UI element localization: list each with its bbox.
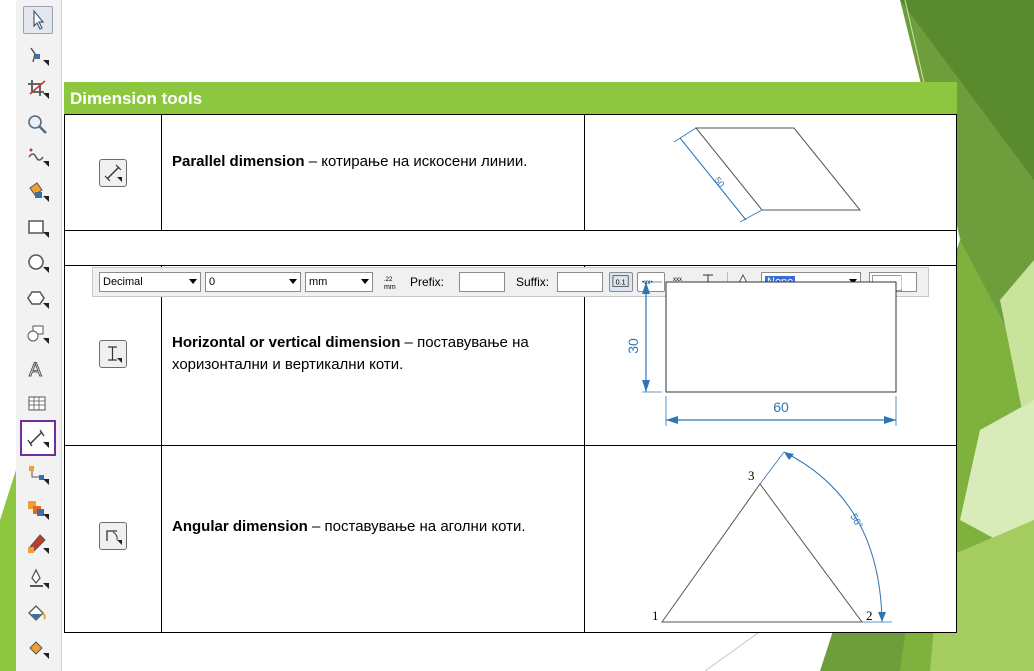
angular-dimension-icon [106,530,122,545]
svg-text:mm: mm [384,284,396,291]
table-tool[interactable] [23,390,53,418]
vertex-label-1: 1 [652,608,659,623]
polygon-tool[interactable] [23,285,53,313]
fill-tool[interactable] [23,600,53,628]
parallel-dimension-term: Parallel dimension [172,153,305,170]
row-divider [64,114,957,115]
outline-tool-icon [30,568,49,589]
suffix-label: Suffix: [516,275,550,289]
toolbox: A [16,0,62,671]
vertex-label-3: 3 [748,468,755,483]
column-divider [161,265,162,633]
basic-shapes-tool-icon [27,325,49,344]
svg-text:.22: .22 [384,277,393,283]
prefix-label: Prefix: [410,275,445,289]
row-divider [64,230,957,231]
fill-tool-icon [28,605,46,621]
angular-dimension-description: Angular dimension – поставување на аголн… [172,518,526,535]
pick-tool-icon [33,9,45,30]
text-tool-icon: A [29,360,43,382]
smart-fill-tool-icon [29,182,49,202]
crop-tool[interactable] [23,75,53,103]
parallel-dimension-description: Parallel dimension – котирање на искосен… [172,153,528,170]
horizontal-vertical-dimension-tool-button[interactable] [99,340,127,368]
interactive-fill-tool[interactable] [23,635,53,663]
rectangle-tool[interactable] [23,214,53,242]
connector-tool[interactable] [23,461,53,489]
eyedropper-tool-icon [28,534,49,554]
horizontal-vertical-dimension-icon [108,346,122,363]
polygon-tool-icon [27,291,49,309]
vertical-dimension-value: 30 [625,338,641,354]
angular-dimension-figure: 56° 1 2 3 [652,451,892,623]
column-divider [956,114,957,633]
smart-fill-tool[interactable] [23,178,53,206]
rectangle-tool-icon [28,220,49,238]
shape-tool-icon [30,47,49,66]
dimension-units-select[interactable]: mm [305,272,373,292]
zoom-tool[interactable] [23,110,53,138]
table-tool-icon [28,396,46,411]
blend-tool-icon [28,501,49,520]
angular-dimension-tool-button[interactable] [99,522,127,550]
row-divider [64,632,957,633]
table-header: Dimension tools [64,82,957,114]
show-units-icon[interactable]: .22mm [383,272,399,292]
row-divider [64,265,957,266]
suffix-input[interactable] [557,272,603,292]
connector-tool-icon [29,466,49,485]
row-divider [64,445,957,446]
dimension-tool-icon [27,429,49,448]
zoom-tool-icon [28,115,47,134]
interactive-fill-tool-icon [29,641,49,659]
horizontal-vertical-dimension-figure: 30 60 [625,281,897,426]
svg-text:A: A [29,360,42,381]
dimension-tool[interactable] [20,420,56,456]
eyedropper-tool[interactable] [23,530,53,558]
table-grid: Parallel dimension – котирање на искосен… [64,114,957,633]
column-divider [161,114,162,230]
angular-dimension-text: поставување на аголни коти. [324,518,526,535]
pick-tool[interactable] [23,6,53,34]
outline-tool[interactable] [23,565,53,593]
horizontal-vertical-dimension-description: Horizontal or vertical dimension – поста… [172,334,529,373]
column-divider [584,114,585,230]
ellipse-tool-icon [28,254,49,273]
column-divider [584,265,585,633]
angular-dimension-term: Angular dimension [172,518,308,535]
dimension-precision-select[interactable]: 0 [205,272,301,292]
ellipse-tool[interactable] [23,249,53,277]
horizontal-vertical-dimension-term: Horizontal or vertical dimension [172,334,401,351]
vertex-label-2: 2 [866,608,873,623]
text-tool[interactable]: A [23,355,53,383]
dimension-tools-table: Dimension tools Parallel dimension – кот… [64,82,957,633]
crop-tool-icon [28,80,49,99]
blend-tool[interactable] [23,496,53,524]
freehand-tool-icon [28,148,49,167]
parallel-dimension-text: котирање на искосени линии. [321,153,528,170]
dimension-style-select[interactable]: Decimal [99,272,201,292]
horizontal-dimension-value: 60 [773,399,789,415]
parallel-dimension-value: 50 [712,175,726,189]
freehand-tool[interactable] [23,143,53,171]
column-divider [64,114,65,633]
basic-shapes-tool[interactable] [23,320,53,348]
prefix-input[interactable] [459,272,505,292]
parallel-dimension-figure: 50 [673,127,862,223]
parallel-dimension-tool-button[interactable] [99,159,127,187]
parallel-dimension-icon [104,164,122,182]
shape-tool[interactable] [23,42,53,70]
